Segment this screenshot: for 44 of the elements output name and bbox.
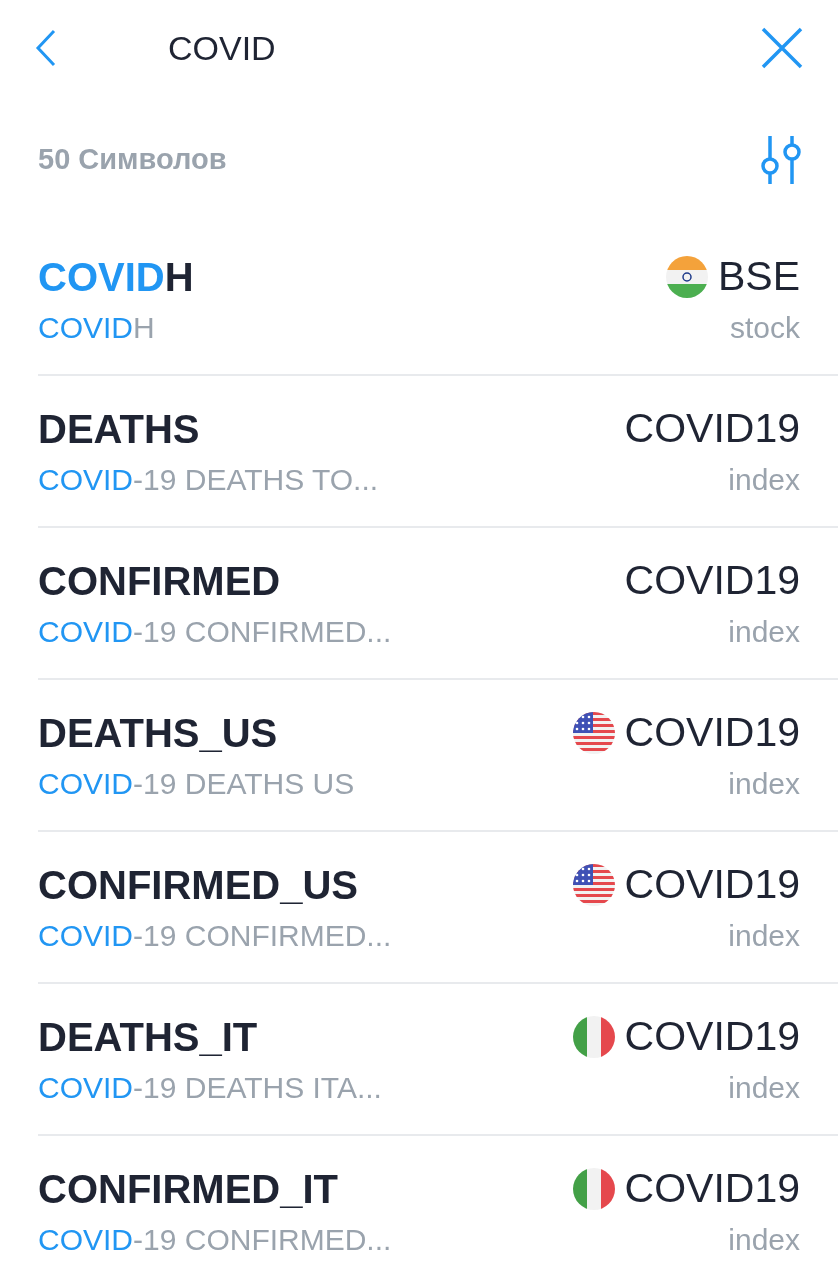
symbol-row[interactable]: DEATHS_US COVID19 COVID-19 DEATHS US index [38, 680, 838, 832]
symbol-name: CONFIRMED_IT [38, 1166, 338, 1213]
symbol-type: index [728, 765, 800, 802]
close-button[interactable] [760, 26, 804, 70]
india-flag-icon [665, 256, 708, 298]
symbol-type: index [728, 613, 800, 650]
symbol-description: COVID-19 CONFIRMED... [38, 613, 392, 650]
symbol-name: DEATHS_IT [38, 1014, 258, 1061]
symbol-row[interactable]: COVIDH BSE COVIDH stock [38, 224, 838, 376]
exchange-name: COVID19 [624, 708, 800, 758]
symbol-description: COVID-19 DEATHS TO... [38, 461, 379, 498]
us-flag-icon [572, 712, 615, 754]
symbol-row[interactable]: DEATHS COVID19 COVID-19 DEATHS TO... index [38, 376, 838, 528]
symbol-type: index [728, 1069, 800, 1106]
symbol-type: index [728, 1221, 800, 1258]
symbol-name: DEATHS [38, 406, 200, 453]
symbol-row[interactable]: DEATHS_IT COVID19 COVID-19 DEATHS ITA... index [38, 984, 838, 1136]
exchange-name: COVID19 [624, 404, 800, 454]
symbol-type: index [728, 917, 800, 954]
symbol-row[interactable]: CONFIRMED_US COVID19 COVID-19 CONFIRMED... index [38, 832, 838, 984]
symbol-name: CONFIRMED_US [38, 862, 359, 909]
us-flag-icon [572, 864, 615, 906]
symbol-description: COVID-19 DEATHS ITA... [38, 1069, 382, 1106]
exchange-name: BSE [717, 252, 800, 302]
exchange-name: COVID19 [624, 1164, 800, 1214]
symbol-type: stock [729, 309, 800, 346]
exchange-name: COVID19 [624, 860, 800, 910]
symbol-row[interactable]: CONFIRMED COVID19 COVID-19 CONFIRMED... index [38, 528, 838, 680]
symbol-name: COVIDH [38, 254, 194, 301]
filter-button[interactable] [758, 134, 804, 186]
symbol-type: index [728, 461, 800, 498]
exchange-name: COVID19 [624, 1012, 800, 1062]
symbol-description: COVID-19 CONFIRMED... [38, 1221, 392, 1258]
search-field[interactable]: COVID [168, 22, 760, 74]
symbol-description: COVID-19 DEATHS US [38, 765, 355, 802]
italy-flag-icon [572, 1016, 615, 1058]
symbol-name: CONFIRMED [38, 558, 281, 605]
italy-flag-icon [572, 1168, 615, 1210]
symbol-description: COVID-19 CONFIRMED... [38, 917, 392, 954]
results-count: 50 Символов [38, 142, 227, 178]
exchange-name: COVID19 [624, 556, 800, 606]
symbol-name: DEATHS_US [38, 710, 278, 757]
symbol-row[interactable]: CONFIRMED_IT COVID19 COVID-19 CONFIRMED... index [38, 1136, 838, 1280]
symbol-description: COVIDH [38, 309, 155, 346]
